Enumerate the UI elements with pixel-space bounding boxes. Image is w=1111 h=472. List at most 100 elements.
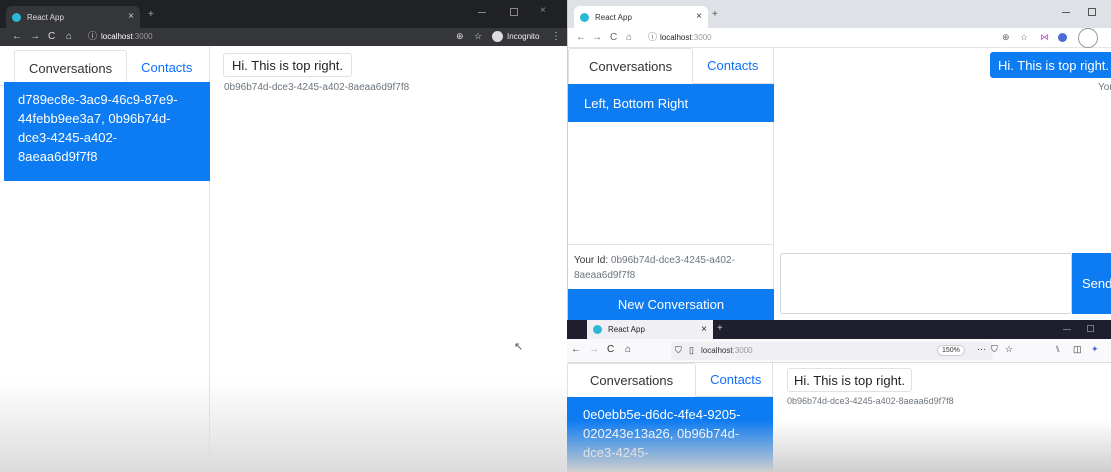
home-icon[interactable]: ⌂ [626,33,632,43]
send-label: Send [1082,276,1111,291]
br-toolbar: ← → C ⌂ ⛉ ▯ localhost:3000 150% ··· ⛉ ☆ … [567,339,1111,363]
pocket-icon[interactable]: ⛉ [991,345,998,354]
conversation-list-item[interactable]: Left, Bottom Right [568,84,774,122]
reload-icon[interactable]: C [610,33,617,43]
library-icon[interactable]: ⑊ [1055,345,1060,354]
sidebar-divider [568,244,774,245]
extension-icon[interactable]: ✦ [1091,345,1099,354]
left-url[interactable]: localhost:3000 [101,32,153,41]
message-bubble: Hi. This is top right. [223,53,353,77]
react-favicon-icon [593,325,602,334]
your-id-label: Your Id: [574,255,609,266]
shield-icon: ⛉ [675,345,682,355]
star-icon[interactable]: ☆ [1005,345,1013,354]
maximize-icon[interactable] [510,8,518,16]
page-actions-icon[interactable]: ··· [977,345,986,354]
message-text: Hi. This is top right. [998,57,1110,73]
zoom-icon[interactable]: ⊕ [1002,33,1010,42]
home-icon[interactable]: ⌂ [625,345,631,355]
minimize-icon[interactable] [1063,329,1071,330]
tr-url[interactable]: localhost:3000 [660,33,712,42]
new-conversation-button[interactable]: New Conversation [568,289,774,320]
tr-tab-strip: React App × + [568,0,1111,28]
message-sender-meta: 0b96b74d-dce3-4245-a402-8aeaa6d9f7f8 [224,82,410,93]
back-arrow-icon[interactable]: ← [571,345,581,355]
tr-nav-tabs: Conversations Contacts [568,48,774,84]
incognito-icon [492,31,503,42]
close-tab-icon[interactable]: × [128,12,134,22]
message-bubble: Hi. This is top right. [990,52,1111,78]
url-port: :3000 [732,346,753,355]
top-right-browser-window: React App × + ← → C ⌂ ⓘ localhost:3000 ⊕… [567,0,1111,320]
url-port: :3000 [691,33,712,42]
close-tab-icon[interactable]: × [696,12,702,22]
left-tab[interactable]: React App × [6,6,140,28]
tr-sidebar: Conversations Contacts Left, Bottom Righ… [568,48,774,320]
minimize-icon[interactable] [1062,12,1070,13]
tr-tab-title: React App [595,12,632,22]
home-icon[interactable]: ⌂ [66,32,72,42]
back-arrow-icon[interactable]: ← [12,32,22,42]
conversation-recipients: d789ec8e-3ac9-46c9-87e9-44febb9ee3a7, 0b… [18,92,178,164]
message-input[interactable] [780,253,1072,314]
message-text: Hi. This is top right. [794,372,906,388]
zoom-icon[interactable]: ⊕ [456,32,464,41]
menu-dots-icon[interactable]: ⋮ [551,32,561,42]
info-icon: ⓘ [88,31,98,41]
tab-contacts[interactable]: Contacts [693,48,772,83]
url-port: :3000 [132,32,153,41]
close-tab-icon[interactable]: × [701,324,707,335]
conversation-list-item[interactable]: d789ec8e-3ac9-46c9-87e9-44febb9ee3a7, 0b… [4,82,210,181]
left-tab-strip: React App × + × [0,0,567,28]
star-icon[interactable]: ☆ [474,32,482,41]
send-button[interactable]: Send [1072,253,1111,314]
br-nav-tabs: Conversations Contacts [567,363,773,397]
sidebar-icon[interactable]: ◫ [1073,345,1082,354]
extension-icon[interactable]: ⋈ [1040,33,1049,42]
tr-toolbar: ← → C ⌂ ⓘ localhost:3000 ⊕ ☆ ⋈ [568,28,1111,48]
profile-icon[interactable] [1058,33,1067,42]
br-url-bar[interactable]: ⛉ ▯ localhost:3000 150% [671,342,993,360]
conversation-recipients: Left, Bottom Right [584,95,689,111]
tab-contacts[interactable]: Contacts [127,50,206,85]
reload-icon[interactable]: C [607,345,614,355]
left-nav-tabs: Conversations Contacts [0,50,210,86]
message-bubble: Hi. This is top right. [787,368,913,392]
maximize-icon[interactable] [1088,8,1096,16]
left-tab-title: React App [27,12,64,22]
react-favicon-icon [580,12,589,22]
tr-tab[interactable]: React App × [574,6,708,28]
forward-arrow-icon[interactable]: → [592,33,602,43]
url-host: localhost [101,32,133,41]
new-tab-icon[interactable]: + [712,10,718,20]
react-favicon-icon [12,12,21,22]
message-text: Hi. This is top right. [232,57,344,73]
left-browser-window: React App × + × ← → C ⌂ ⓘ localhost:3000… [0,0,567,472]
message-sender-meta: You [1098,82,1111,93]
star-icon[interactable]: ☆ [1020,33,1028,42]
your-id: Your Id: 0b96b74d-dce3-4245-a402-8aeaa6d… [574,253,770,283]
new-tab-icon[interactable]: + [148,10,154,20]
url-host: localhost [660,33,692,42]
maximize-icon[interactable] [1087,325,1094,332]
mouse-cursor-icon: ↖ [514,341,524,353]
back-arrow-icon[interactable]: ← [576,33,586,43]
br-tab-title: React App [608,325,645,334]
cursor-highlight-icon [1078,28,1098,48]
info-icon: ⓘ [648,32,658,42]
tab-conversations[interactable]: Conversations [567,363,697,397]
tab-conversations[interactable]: Conversations [568,48,694,84]
tab-contacts[interactable]: Contacts [696,363,775,396]
br-tab[interactable]: React App × [587,320,713,339]
tab-conversations[interactable]: Conversations [14,50,128,86]
zoom-level[interactable]: 150% [937,345,965,356]
forward-arrow-icon[interactable]: → [30,32,40,42]
reload-icon[interactable]: C [48,32,55,42]
minimize-icon[interactable] [478,12,486,13]
new-tab-icon[interactable]: + [717,324,723,334]
message-sender-meta: 0b96b74d-dce3-4245-a402-8aeaa6d9f7f8 [787,396,954,406]
close-window-icon[interactable]: × [540,6,546,16]
forward-arrow-icon[interactable]: → [589,345,599,355]
bottom-fade [567,420,1111,472]
left-toolbar: ← → C ⌂ ⓘ localhost:3000 ⊕ ☆ Incognito ⋮ [0,28,567,46]
